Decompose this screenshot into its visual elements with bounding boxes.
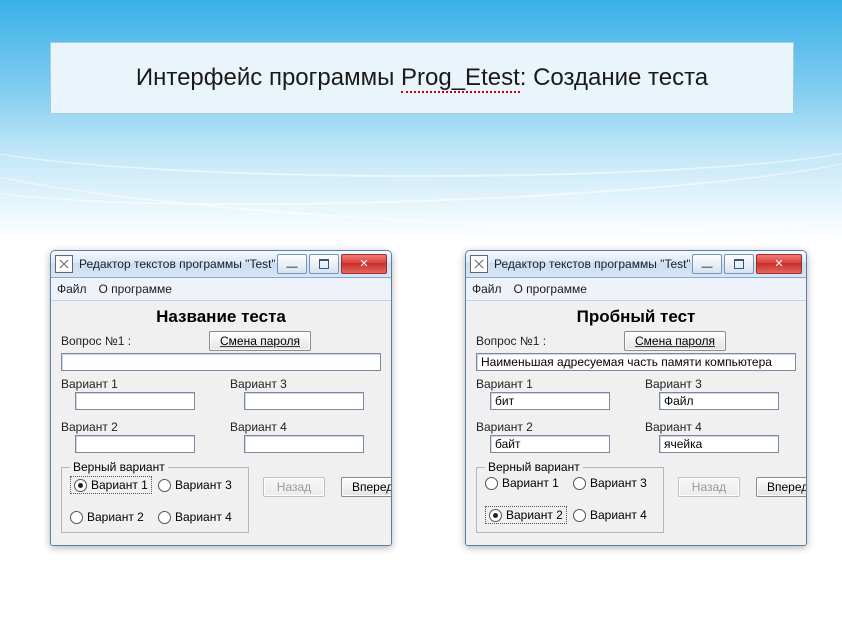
- variant4-input[interactable]: [244, 435, 364, 453]
- window-title: Редактор текстов программы "Test": [79, 257, 275, 271]
- variant1-input[interactable]: [490, 392, 610, 410]
- radio-variant3[interactable]: Вариант 3: [158, 476, 240, 494]
- question-number-label: Вопрос №1 :: [61, 334, 131, 348]
- question-input[interactable]: [61, 353, 381, 371]
- correct-variant-legend: Верный вариант: [70, 460, 168, 474]
- forward-button[interactable]: Вперед: [756, 477, 807, 497]
- variant2-label: Вариант 2: [476, 420, 627, 434]
- maximize-button[interactable]: [309, 254, 339, 274]
- slide-title-mid: Prog_Etest: [401, 64, 520, 93]
- radio-variant2[interactable]: Вариант 2: [70, 510, 152, 524]
- test-header: Название теста: [61, 307, 381, 327]
- change-password-button[interactable]: Смена пароля: [624, 331, 726, 351]
- radio-variant1[interactable]: Вариант 1: [70, 476, 152, 494]
- slide-title: Интерфейс программы Prog_Etest: Создание…: [50, 42, 794, 114]
- back-button[interactable]: Назад: [678, 477, 740, 497]
- variant3-input[interactable]: [244, 392, 364, 410]
- question-input[interactable]: [476, 353, 796, 371]
- decorative-wave: [0, 104, 842, 219]
- correct-variant-group: Верный вариант Вариант 1 Вариант 3 Вариа…: [476, 467, 664, 533]
- variant4-label: Вариант 4: [230, 420, 381, 434]
- variant4-input[interactable]: [659, 435, 779, 453]
- radio-variant1[interactable]: Вариант 1: [485, 476, 567, 490]
- radio-variant3[interactable]: Вариант 3: [573, 476, 655, 490]
- app-icon: [470, 255, 488, 273]
- variant2-label: Вариант 2: [61, 420, 212, 434]
- window-title: Редактор текстов программы "Test": [494, 257, 690, 271]
- menu-about[interactable]: О программе: [99, 282, 172, 296]
- menu-file[interactable]: Файл: [57, 282, 87, 296]
- menu-about[interactable]: О программе: [514, 282, 587, 296]
- variant2-input[interactable]: [490, 435, 610, 453]
- minimize-button[interactable]: —: [277, 254, 307, 274]
- test-header: Пробный тест: [476, 307, 796, 327]
- decorative-wave: [0, 115, 842, 246]
- change-password-button[interactable]: Смена пароля: [209, 331, 311, 351]
- forward-button[interactable]: Вперед: [341, 477, 392, 497]
- editor-window-empty: Редактор текстов программы "Test" — ✕ Фа…: [50, 250, 392, 546]
- variant3-label: Вариант 3: [645, 377, 796, 391]
- variant1-label: Вариант 1: [476, 377, 627, 391]
- minimize-button[interactable]: —: [692, 254, 722, 274]
- titlebar[interactable]: Редактор текстов программы "Test" — ✕: [51, 251, 391, 278]
- variant3-label: Вариант 3: [230, 377, 381, 391]
- app-icon: [55, 255, 73, 273]
- slide-title-pre: Интерфейс программы: [136, 64, 401, 91]
- menu-file[interactable]: Файл: [472, 282, 502, 296]
- slide-title-post: : Создание теста: [520, 64, 708, 91]
- close-button[interactable]: ✕: [756, 254, 802, 274]
- radio-variant2[interactable]: Вариант 2: [485, 506, 567, 524]
- variant1-label: Вариант 1: [61, 377, 212, 391]
- back-button[interactable]: Назад: [263, 477, 325, 497]
- variant3-input[interactable]: [659, 392, 779, 410]
- editor-window-filled: Редактор текстов программы "Test" — ✕ Фа…: [465, 250, 807, 546]
- close-button[interactable]: ✕: [341, 254, 387, 274]
- variant2-input[interactable]: [75, 435, 195, 453]
- question-number-label: Вопрос №1 :: [476, 334, 546, 348]
- radio-variant4[interactable]: Вариант 4: [158, 510, 240, 524]
- correct-variant-legend: Верный вариант: [485, 460, 583, 474]
- titlebar[interactable]: Редактор текстов программы "Test" — ✕: [466, 251, 806, 278]
- correct-variant-group: Верный вариант Вариант 1 Вариант 3 Вариа…: [61, 467, 249, 533]
- radio-variant4[interactable]: Вариант 4: [573, 506, 655, 524]
- variant4-label: Вариант 4: [645, 420, 796, 434]
- maximize-button[interactable]: [724, 254, 754, 274]
- variant1-input[interactable]: [75, 392, 195, 410]
